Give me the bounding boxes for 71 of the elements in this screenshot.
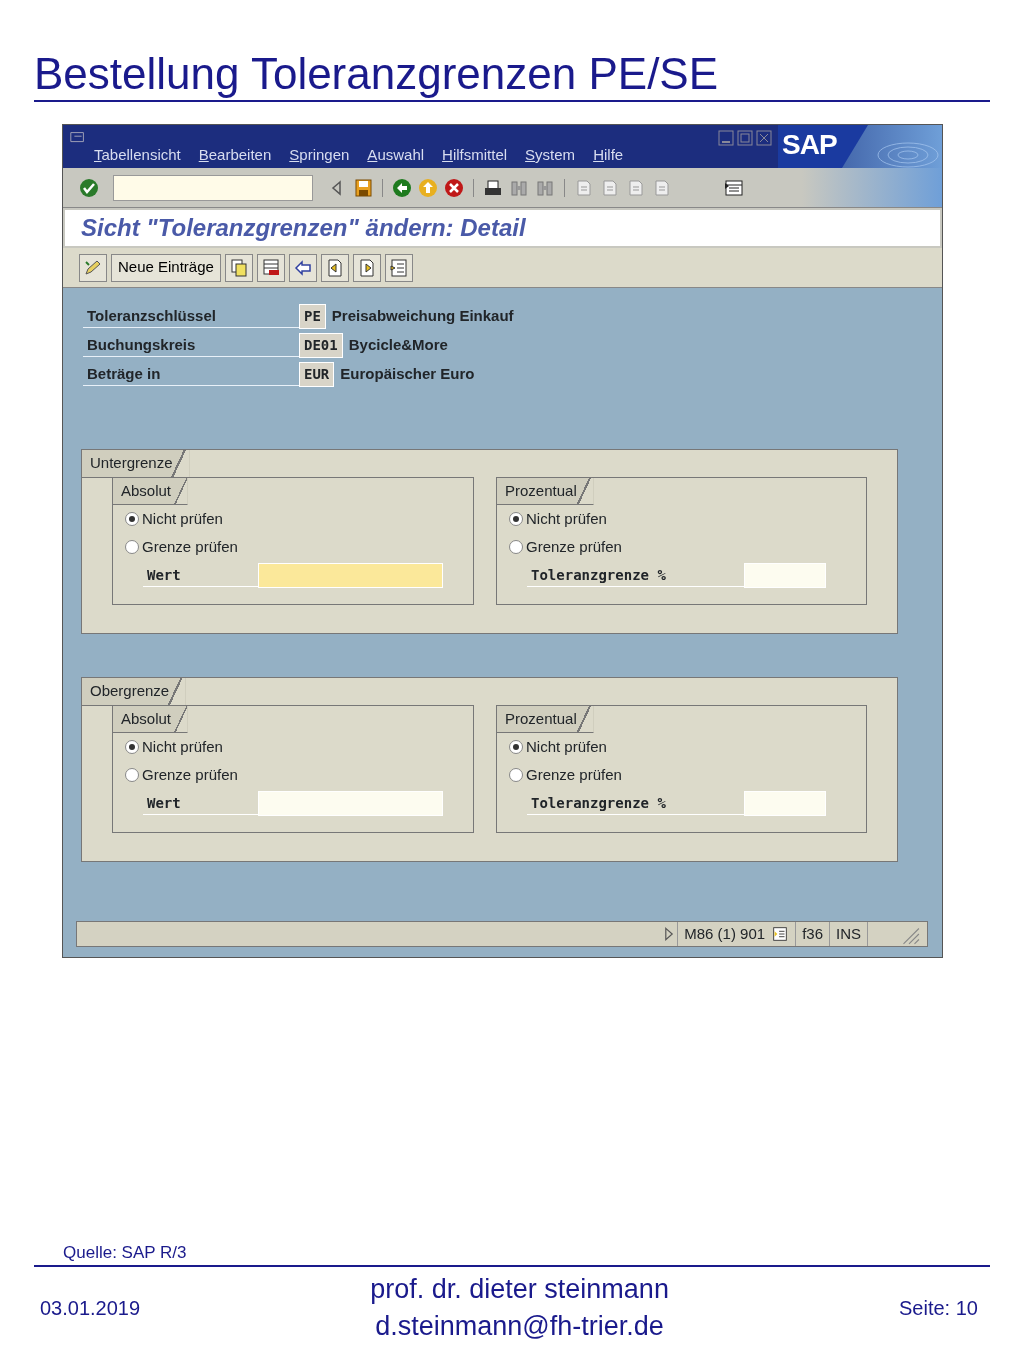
page-number: Seite: 10 xyxy=(899,1296,978,1321)
slide-title: Bestellung Toleranzgrenzen PE/SE xyxy=(34,48,719,100)
radio-label[interactable]: Nicht prüfen xyxy=(142,507,223,531)
field-label: Toleranzgrenze % xyxy=(527,792,744,815)
ripple-drawing xyxy=(877,142,939,168)
author-name: prof. dr. dieter steinmann xyxy=(370,1273,669,1306)
field-description: Europäischer Euro xyxy=(340,364,475,385)
floppy-icon[interactable] xyxy=(353,177,373,198)
menu-item[interactable]: Tabellensicht xyxy=(85,145,190,165)
field-value[interactable]: PE xyxy=(299,304,326,329)
radio-button[interactable] xyxy=(125,740,139,754)
radio-button[interactable] xyxy=(509,740,523,754)
system-info: M86 (1) 901 xyxy=(684,923,766,944)
radio-label[interactable]: Grenze prüfen xyxy=(142,763,238,787)
close-icon[interactable] xyxy=(756,130,772,146)
list-icon[interactable] xyxy=(771,925,790,943)
menu-item[interactable]: Hilfsmittel xyxy=(433,145,517,165)
undo-icon[interactable] xyxy=(292,257,313,278)
radio-button[interactable] xyxy=(125,540,139,554)
radio-label[interactable]: Nicht prüfen xyxy=(526,507,607,531)
radio-label[interactable]: Grenze prüfen xyxy=(142,535,238,559)
new-entries-button[interactable]: Neue Einträge xyxy=(111,253,221,282)
screen-title: Sicht "Toleranzgrenzen" ändern: Detail xyxy=(81,213,526,243)
subgroup-title: Prozentual xyxy=(497,477,594,505)
group-title: Obergrenze xyxy=(82,678,187,706)
input-field[interactable] xyxy=(258,791,443,816)
server-info: f36 xyxy=(802,923,823,944)
field-label: Buchungskreis xyxy=(83,333,299,358)
radio-label[interactable]: Nicht prüfen xyxy=(142,735,223,759)
copy-icon[interactable] xyxy=(228,257,249,278)
maximize-icon[interactable] xyxy=(737,130,753,146)
radio-label[interactable]: Grenze prüfen xyxy=(526,763,622,787)
layout-icon[interactable] xyxy=(724,177,744,198)
subgroup-title: Prozentual xyxy=(497,705,594,733)
radio-button[interactable] xyxy=(509,768,523,782)
logo-text: SAP xyxy=(782,130,837,160)
radio-button[interactable] xyxy=(125,768,139,782)
menu-item[interactable]: Bearbeiten xyxy=(189,145,281,165)
source-note: Quelle: SAP R/3 xyxy=(63,1243,187,1262)
input-field[interactable] xyxy=(744,791,826,816)
field-label: Beträge in xyxy=(83,362,299,387)
delete-row-icon[interactable] xyxy=(260,257,281,278)
menu-item[interactable]: Hilfe xyxy=(584,145,633,165)
insert-mode: INS xyxy=(836,923,861,944)
command-field[interactable] xyxy=(113,174,313,201)
subgroup-title: Absolut xyxy=(113,705,189,733)
cancel-icon[interactable] xyxy=(444,177,464,198)
printer-icon[interactable] xyxy=(483,177,503,198)
author-email: d.steinmann@fh-trier.de xyxy=(374,1310,665,1343)
menu-item[interactable]: Auswahl xyxy=(358,145,434,165)
field-value[interactable]: DE01 xyxy=(299,333,343,358)
menu-item[interactable]: Springen xyxy=(280,145,359,165)
input-field[interactable] xyxy=(258,563,443,588)
field-label: Toleranzgrenze % xyxy=(527,564,744,587)
input-field[interactable] xyxy=(744,563,826,588)
group-title: Untergrenze xyxy=(82,450,190,478)
radio-button[interactable] xyxy=(509,512,523,526)
subgroup-title: Absolut xyxy=(113,477,189,505)
radio-button[interactable] xyxy=(509,540,523,554)
check-icon[interactable] xyxy=(79,177,99,198)
back-icon[interactable] xyxy=(392,177,412,198)
minimize-icon[interactable] xyxy=(718,130,734,146)
radio-label[interactable]: Nicht prüfen xyxy=(526,735,607,759)
field-value[interactable]: EUR xyxy=(299,362,335,387)
slide-date: 03.01.2019 xyxy=(40,1296,141,1321)
field-description: Preisabweichung Einkauf xyxy=(331,306,514,327)
field-label: Toleranzschlüssel xyxy=(83,304,299,329)
menu-item[interactable]: System xyxy=(516,145,585,165)
radio-button[interactable] xyxy=(125,512,139,526)
radio-label[interactable]: Grenze prüfen xyxy=(526,535,622,559)
field-description: Bycicle&More xyxy=(348,335,448,356)
